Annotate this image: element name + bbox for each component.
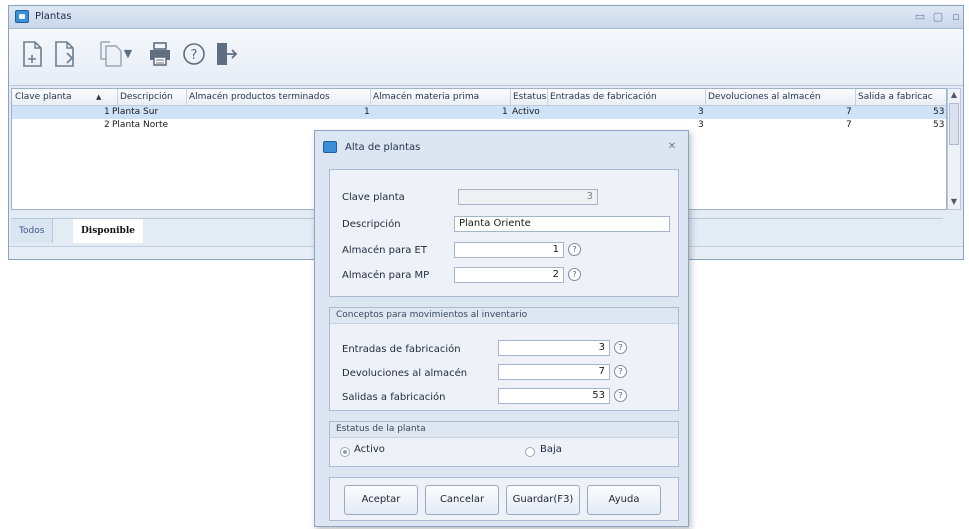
- devoluciones-input[interactable]: 7: [498, 364, 610, 380]
- entradas-input[interactable]: 3: [498, 340, 610, 356]
- table-row[interactable]: 1 Planta Sur 1 1 Activo 3 7 53: [12, 106, 946, 119]
- exit-icon[interactable]: [213, 39, 239, 69]
- copy-icon[interactable]: [97, 39, 123, 69]
- almacen-et-label: Almacén para ET: [342, 245, 427, 256]
- copy-dropdown-chevron-icon[interactable]: ▼: [121, 39, 135, 69]
- col-salida[interactable]: Salida a fabricac: [858, 92, 933, 102]
- window-title-bar: Plantas ▭ ▢ ▫: [9, 6, 963, 29]
- almacen-et-help-icon[interactable]: ?: [568, 243, 581, 256]
- dialog-app-icon: [323, 141, 337, 153]
- maximize-icon[interactable]: ▢: [931, 10, 945, 24]
- devoluciones-help-icon[interactable]: ?: [614, 365, 627, 378]
- cell-descripcion: Planta Sur: [112, 107, 159, 117]
- help-icon[interactable]: ?: [181, 39, 207, 69]
- dialog-title-bar: Alta de plantas ✕: [315, 131, 688, 163]
- close-icon[interactable]: ▫: [949, 10, 963, 24]
- devoluciones-label: Devoluciones al almacén: [342, 368, 468, 379]
- salidas-input[interactable]: 53: [498, 388, 610, 404]
- descripcion-input[interactable]: Planta Oriente: [454, 216, 670, 232]
- estatus-heading: Estatus de la planta: [336, 424, 426, 434]
- entradas-help-icon[interactable]: ?: [614, 341, 627, 354]
- clave-planta-input[interactable]: 3: [458, 189, 598, 205]
- col-clave-planta[interactable]: Clave planta: [15, 92, 72, 102]
- scroll-down-icon[interactable]: ▼: [948, 197, 960, 209]
- alta-plantas-dialog: Alta de plantas ✕ Clave planta 3 Descrip…: [314, 130, 689, 527]
- tab-disponible[interactable]: Disponible: [73, 219, 143, 243]
- cell-estatus: Activo: [512, 107, 540, 117]
- grid-header: Clave planta ▲ Descripción Almacén produ…: [12, 89, 946, 106]
- new-document-icon[interactable]: [19, 39, 45, 69]
- col-estatus[interactable]: Estatus: [513, 92, 546, 102]
- sort-asc-icon: ▲: [96, 93, 102, 101]
- tab-todos[interactable]: Todos: [11, 219, 54, 243]
- scroll-up-icon[interactable]: ▲: [948, 90, 960, 102]
- aceptar-button[interactable]: Aceptar: [344, 485, 418, 515]
- cell-entradas: 3: [698, 107, 704, 117]
- dialog-button-bar: Aceptar Cancelar Guardar(F3) Ayuda: [329, 477, 679, 521]
- cell-clave: 1: [104, 107, 110, 117]
- estatus-group: Estatus de la planta Activo Baja: [329, 421, 679, 467]
- window-title: Plantas: [35, 11, 72, 22]
- dialog-close-icon[interactable]: ✕: [666, 141, 678, 153]
- col-descripcion[interactable]: Descripción: [120, 92, 173, 102]
- almacen-et-input[interactable]: 1: [454, 242, 564, 258]
- cell-salida: 53: [933, 107, 945, 117]
- cell-descripcion: Planta Norte: [112, 120, 169, 130]
- cell-devoluciones: 7: [846, 120, 852, 130]
- cell-almacen-pt: 1: [364, 107, 370, 117]
- cell-clave: 2: [104, 120, 110, 130]
- col-devoluciones[interactable]: Devoluciones al almacén: [708, 92, 821, 102]
- col-almacen-pt[interactable]: Almacén productos terminados: [189, 92, 330, 102]
- salidas-help-icon[interactable]: ?: [614, 389, 627, 402]
- activo-label[interactable]: Activo: [354, 444, 385, 455]
- ayuda-button[interactable]: Ayuda: [587, 485, 661, 515]
- scroll-thumb[interactable]: [949, 103, 959, 145]
- almacen-mp-help-icon[interactable]: ?: [568, 268, 581, 281]
- dialog-title: Alta de plantas: [345, 142, 421, 153]
- conceptos-heading: Conceptos para movimientos al inventario: [336, 310, 528, 320]
- almacen-mp-input[interactable]: 2: [454, 267, 564, 283]
- conceptos-header: Conceptos para movimientos al inventario: [330, 308, 678, 324]
- baja-label[interactable]: Baja: [540, 444, 562, 455]
- print-icon[interactable]: [147, 39, 173, 69]
- col-entradas[interactable]: Entradas de fabricación: [550, 92, 657, 102]
- edit-document-icon[interactable]: [51, 39, 77, 69]
- cell-devoluciones: 7: [846, 107, 852, 117]
- col-almacen-mp[interactable]: Almacén materia prima: [373, 92, 479, 102]
- general-fields-group: Clave planta 3 Descripción Planta Orient…: [329, 169, 679, 297]
- conceptos-group: Conceptos para movimientos al inventario…: [329, 307, 679, 411]
- cancelar-button[interactable]: Cancelar: [425, 485, 499, 515]
- cell-entradas: 3: [698, 120, 704, 130]
- app-icon: [15, 10, 29, 23]
- descripcion-label: Descripción: [342, 219, 401, 230]
- vertical-scrollbar[interactable]: ▲ ▼: [947, 88, 961, 210]
- salidas-label: Salidas a fabricación: [342, 392, 446, 403]
- svg-text:?: ?: [191, 48, 198, 63]
- baja-radio[interactable]: [525, 447, 535, 457]
- almacen-mp-label: Almacén para MP: [342, 270, 430, 281]
- toolbar: ▼ ?: [9, 29, 963, 86]
- cell-salida: 53: [933, 120, 945, 130]
- clave-planta-label: Clave planta: [342, 192, 405, 203]
- minimize-icon[interactable]: ▭: [913, 10, 927, 24]
- activo-radio[interactable]: [340, 447, 350, 457]
- guardar-button[interactable]: Guardar(F3): [506, 485, 580, 515]
- estatus-header: Estatus de la planta: [330, 422, 678, 438]
- entradas-label: Entradas de fabricación: [342, 344, 461, 355]
- cell-almacen-mp: 1: [502, 107, 508, 117]
